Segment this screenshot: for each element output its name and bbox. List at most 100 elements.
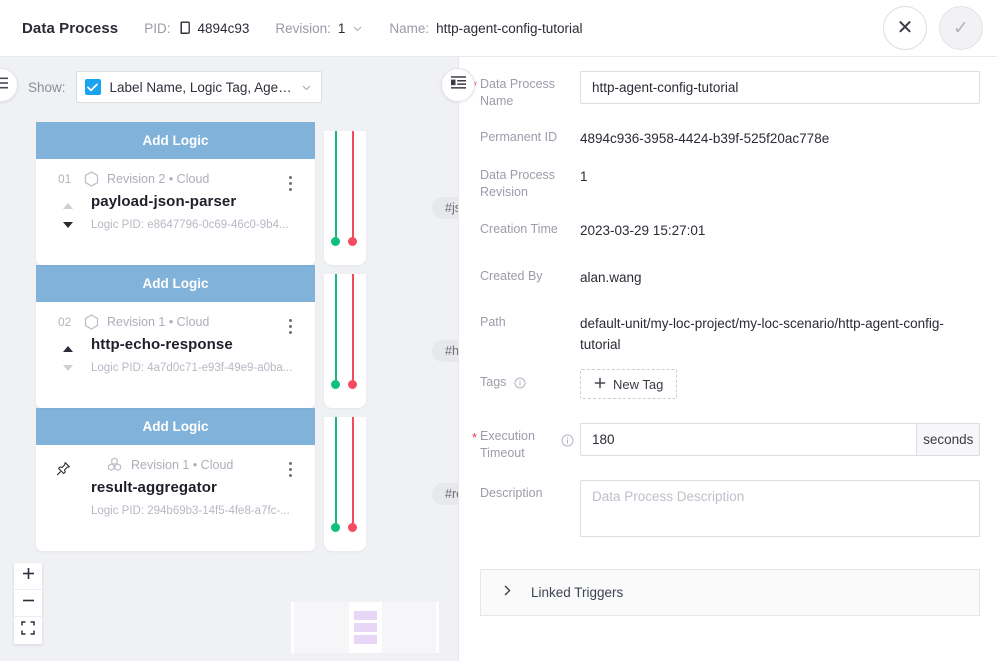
add-logic-button[interactable]: Add Logic: [36, 122, 315, 159]
add-logic-button[interactable]: Add Logic: [36, 408, 315, 445]
chevron-down-icon[interactable]: [300, 81, 313, 94]
logic-name: payload-json-parser: [36, 193, 315, 210]
minimap[interactable]: [291, 602, 439, 653]
plus-icon: [22, 567, 35, 585]
error-port[interactable]: [348, 380, 357, 389]
minimap-node: [354, 611, 377, 620]
logic-card[interactable]: 02 Revision 1 • Cloud http-echo-res: [36, 302, 315, 408]
new-tag-label: New Tag: [613, 377, 663, 392]
page-title: Data Process: [22, 20, 118, 37]
name-label: Name:: [389, 21, 429, 36]
logic-meta: Revision 2 • Cloud: [107, 172, 209, 186]
success-port[interactable]: [331, 523, 340, 532]
error-line: [352, 274, 354, 382]
logic-reorder-arrows: [60, 203, 76, 228]
logic-connector: [324, 274, 366, 408]
logic-flow-list: Add Logic 01 Revision 2 • Cloud: [36, 122, 456, 551]
linked-triggers-section[interactable]: Linked Triggers: [480, 569, 980, 616]
timeout-info-wrapper: [554, 423, 580, 452]
logic-reorder-arrows: [60, 346, 76, 371]
chevron-down-icon[interactable]: [352, 23, 363, 34]
plus-icon: [594, 377, 606, 392]
left-panel-toggle-button[interactable]: [0, 68, 18, 102]
timeout-unit-label: seconds: [916, 423, 980, 456]
logic-card[interactable]: 01 Revision 2 • Cloud payload-json-: [36, 159, 315, 265]
chevron-right-icon[interactable]: [501, 584, 514, 602]
name-value: http-agent-config-tutorial: [436, 21, 582, 36]
fit-view-button[interactable]: [14, 617, 42, 644]
add-logic-button[interactable]: Add Logic: [36, 265, 315, 302]
field-path: Path default-unit/my-loc-project/my-loc-…: [480, 309, 980, 355]
field-data-process-name: Data Process Name: [480, 71, 980, 110]
success-line: [335, 274, 337, 382]
logic-name: result-aggregator: [36, 479, 315, 496]
field-tags: Tags New T: [480, 369, 980, 399]
logic-node: Revision 1 • Cloud result-aggregator Log…: [36, 445, 456, 551]
logic-card[interactable]: Revision 1 • Cloud result-aggregator Log…: [36, 445, 315, 551]
pin-icon[interactable]: [56, 461, 71, 481]
hexagon-icon: [84, 171, 99, 187]
zoom-out-button[interactable]: [14, 590, 42, 617]
move-down-button[interactable]: [63, 365, 73, 371]
check-icon: ✓: [953, 19, 969, 38]
hexagon-icon: [84, 314, 99, 330]
zoom-in-button[interactable]: [14, 563, 42, 590]
move-down-button[interactable]: [63, 222, 73, 228]
zoom-controls: [14, 563, 42, 644]
pid-value: 4894c93: [198, 21, 250, 36]
confirm-button[interactable]: ✓: [939, 6, 983, 50]
header-actions: ✕ ✓: [883, 6, 983, 50]
description-textarea[interactable]: [580, 480, 980, 537]
field-label: Creation Time: [480, 216, 580, 241]
revision-group[interactable]: Revision: 1: [275, 21, 363, 36]
logic-tag-chip: #json: [432, 197, 458, 219]
minimap-node: [354, 635, 377, 644]
move-up-button[interactable]: [63, 346, 73, 352]
field-label: Data Process Name: [480, 71, 580, 110]
field-label: Path: [480, 309, 580, 355]
logic-card-header: 02 Revision 1 • Cloud: [36, 302, 315, 328]
field-creation-time: Creation Time 2023-03-29 15:27:01: [480, 216, 980, 241]
field-label: Data Process Revision: [480, 162, 580, 201]
close-button[interactable]: ✕: [883, 6, 927, 50]
data-process-name-input[interactable]: [580, 71, 980, 104]
minimap-viewport: [349, 602, 382, 653]
new-tag-button[interactable]: New Tag: [580, 369, 677, 399]
logic-connector: [324, 131, 366, 265]
name-group: Name: http-agent-config-tutorial: [389, 21, 582, 36]
logic-index: 02: [58, 315, 80, 329]
pid-label: PID:: [144, 21, 170, 36]
minimap-node: [354, 623, 377, 632]
success-port[interactable]: [331, 380, 340, 389]
info-icon[interactable]: [561, 434, 574, 452]
logic-pid: Logic PID: 294b69b3-14f5-4fe8-a7fc-...: [36, 505, 315, 517]
field-label: Description: [480, 480, 580, 542]
tags-label-text: Tags: [480, 375, 506, 389]
show-checkbox[interactable]: [85, 79, 101, 95]
show-select[interactable]: Label Name, Logic Tag, Agent...: [76, 71, 322, 103]
error-port[interactable]: [348, 523, 357, 532]
logic-name: http-echo-response: [36, 336, 315, 353]
show-filter-bar: Show: Label Name, Logic Tag, Agent...: [28, 71, 322, 103]
logic-connector: [324, 417, 366, 551]
creation-time-value: 2023-03-29 15:27:01: [580, 216, 980, 241]
execution-timeout-input[interactable]: [580, 423, 916, 456]
logic-card-header: Revision 1 • Cloud: [36, 445, 315, 471]
show-select-value: Label Name, Logic Tag, Agent...: [110, 80, 296, 95]
error-line: [352, 417, 354, 525]
info-icon[interactable]: [514, 377, 526, 389]
success-port[interactable]: [331, 237, 340, 246]
logic-menu-button[interactable]: [281, 316, 299, 336]
logic-menu-button[interactable]: [281, 459, 299, 479]
permanent-id-value: 4894c936-3958-4424-b39f-525f20ac778e: [580, 124, 980, 149]
logic-menu-button[interactable]: [281, 173, 299, 193]
flow-canvas[interactable]: Show: Label Name, Logic Tag, Agent... Ad…: [0, 57, 458, 661]
created-by-value: alan.wang: [580, 263, 980, 288]
error-port[interactable]: [348, 237, 357, 246]
right-panel-toggle-button[interactable]: [441, 68, 475, 102]
revision-label: Revision:: [275, 21, 331, 36]
move-up-button[interactable]: [63, 203, 73, 209]
error-line: [352, 131, 354, 239]
field-permanent-id: Permanent ID 4894c936-3958-4424-b39f-525…: [480, 124, 980, 149]
copy-icon[interactable]: [178, 21, 191, 36]
